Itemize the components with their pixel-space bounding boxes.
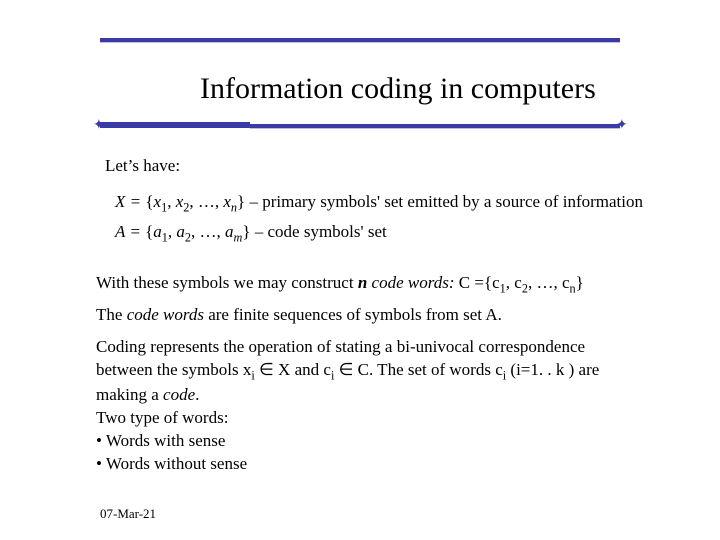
- decorative-rule-mid: [100, 122, 620, 128]
- slide-title: Information coding in computers: [200, 72, 596, 106]
- math-definitions: X = {x1, x2, …, xn} – primary symbols' s…: [115, 188, 643, 248]
- lets-have-text: Let’s have:: [105, 156, 180, 176]
- paragraph-codewords: The code words are finite sequences of s…: [96, 304, 641, 327]
- ornament-right: ✦: [616, 117, 628, 134]
- paragraph-coding: Coding represents the operation of stati…: [96, 336, 641, 476]
- set-a-definition: A = {a1, a2, …, am} – code symbols' set: [115, 218, 643, 248]
- footer-date: 07-Mar-21: [100, 506, 156, 522]
- set-x-definition: X = {x1, x2, …, xn} – primary symbols' s…: [115, 188, 643, 218]
- decorative-rule-top: [100, 38, 620, 42]
- ornament-left: ✦: [93, 117, 105, 134]
- paragraph-construct: With these symbols we may construct n co…: [96, 272, 641, 297]
